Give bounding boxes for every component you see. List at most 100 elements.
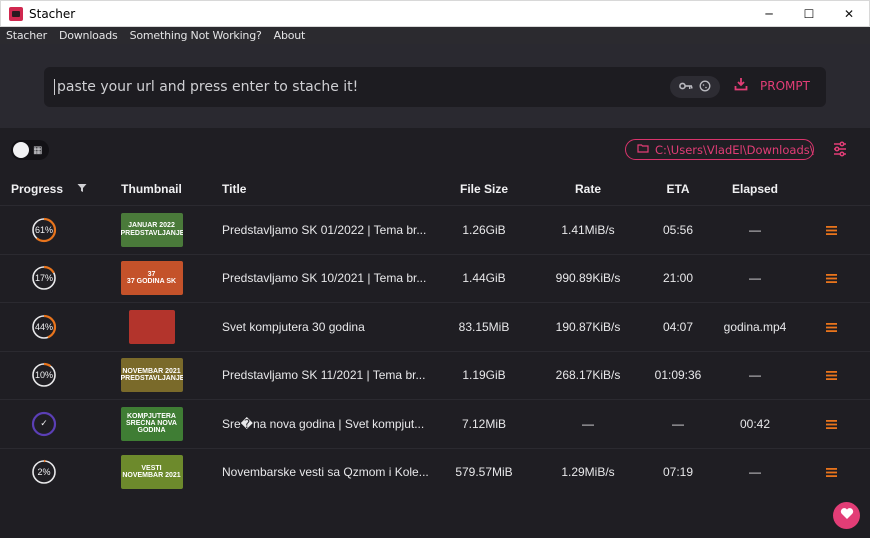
header-elapsed: Elapsed <box>731 181 779 196</box>
title-cell: Predstavljamo SK 11/2021 | Tema br... <box>222 368 426 383</box>
menu-downloads[interactable]: Downloads <box>59 29 118 42</box>
header-eta: ETA <box>666 181 690 196</box>
eta-cell: — <box>672 416 684 431</box>
header-rate: Rate <box>574 181 601 196</box>
heart-icon <box>840 507 854 525</box>
filter-icon[interactable] <box>77 182 87 196</box>
size-cell: 7.12MiB <box>461 416 507 431</box>
row-menu-cell <box>805 319 857 335</box>
progress-label: 61% <box>34 224 53 235</box>
hamburger-icon[interactable] <box>825 319 837 335</box>
sliders-icon[interactable] <box>832 141 848 162</box>
rate-cell: — <box>582 416 594 431</box>
eta-cell: 07:19 <box>662 465 694 480</box>
support-button[interactable] <box>833 502 860 529</box>
table-row[interactable]: 2% VESTI NOVEMBAR 2021 Novembarske vesti… <box>0 447 870 497</box>
progress-ring: 44% <box>31 314 57 340</box>
hamburger-icon[interactable] <box>825 416 837 432</box>
size-cell: 1.26GiB <box>462 222 506 237</box>
downloads-table: Progress Thumbnail Title File Size Rate … <box>0 172 870 496</box>
thumbnail-cell <box>88 309 215 344</box>
progress-ring: 17% <box>31 265 57 291</box>
hamburger-icon[interactable] <box>825 464 837 480</box>
progress-cell: 44% <box>0 314 88 340</box>
size-cell: 1.19GiB <box>462 368 506 383</box>
thumbnail-text-top: VESTI <box>141 464 162 472</box>
window-controls: ─ ☐ ✕ <box>749 1 869 28</box>
eta-cell: 01:09:36 <box>654 368 702 383</box>
progress-label: 44% <box>34 321 53 332</box>
header-progress-label: Progress <box>11 181 64 196</box>
url-box: PROMPT <box>44 67 826 107</box>
thumbnail-text-top: 37 <box>147 270 156 278</box>
download-path-label: C:\Users\VladEl\Downloads\ <box>655 142 814 157</box>
size-cell: 83.15MiB <box>458 319 510 334</box>
rate-cell: 1.41MiB/s <box>561 222 615 237</box>
thumbnail-image[interactable]: VESTI NOVEMBAR 2021 <box>120 455 183 490</box>
thumbnail-image[interactable]: KOMPJUTERA SREĆNA NOVA GODINA <box>120 406 183 441</box>
table-row[interactable]: ✓ KOMPJUTERA SREĆNA NOVA GODINA Sre�na n… <box>0 399 870 448</box>
title-cell: Predstavljamo SK 10/2021 | Tema br... <box>222 271 427 286</box>
header-progress[interactable]: Progress <box>0 182 88 196</box>
size-cell: 1.44GiB <box>462 271 506 286</box>
table-header: Progress Thumbnail Title File Size Rate … <box>0 172 870 205</box>
thumbnail-cell: NOVEMBAR 2021 PREDSTAVLJANJE <box>88 358 215 393</box>
grid-icon: ▦ <box>33 145 43 156</box>
thumbnail-image[interactable]: NOVEMBAR 2021 PREDSTAVLJANJE <box>120 358 183 393</box>
row-menu-cell <box>805 416 857 432</box>
app-logo <box>9 6 23 21</box>
hamburger-icon[interactable] <box>825 270 837 286</box>
menu-stacher[interactable]: Stacher <box>6 29 47 42</box>
cookie-icon[interactable] <box>699 80 711 95</box>
thumbnail-cell: KOMPJUTERA SREĆNA NOVA GODINA <box>88 406 215 441</box>
elapsed-cell: — <box>749 368 761 383</box>
toggle-knob <box>13 142 29 158</box>
thumbnail-image[interactable] <box>128 309 175 344</box>
table-row[interactable]: 44% Svet kompjutera 30 godina 83.15MiB 1… <box>0 302 870 351</box>
thumbnail-cell: JANUAR 2022 PREDSTAVLJANJE <box>88 212 215 247</box>
progress-label: ✓ <box>40 418 48 429</box>
thumbnail-image[interactable]: JANUAR 2022 PREDSTAVLJANJE <box>120 212 183 247</box>
hamburger-icon[interactable] <box>825 367 837 383</box>
key-icon[interactable] <box>679 80 693 94</box>
title-cell: Novembarske vesti sa Qzmom i Kole... <box>222 465 429 480</box>
thumbnail-text-bottom: PREDSTAVLJANJE <box>120 229 183 237</box>
folder-icon <box>637 143 649 156</box>
table-row[interactable]: 10% NOVEMBAR 2021 PREDSTAVLJANJE Predsta… <box>0 350 870 400</box>
table-row[interactable]: 61% JANUAR 2022 PREDSTAVLJANJE Predstavl… <box>0 205 870 254</box>
auth-options[interactable] <box>670 76 720 98</box>
progress-ring: ✓ <box>31 411 57 437</box>
elapsed-cell: godina.mp4 <box>723 319 787 334</box>
rate-cell: 268.17KiB/s <box>555 368 621 383</box>
progress-cell: 2% <box>0 459 88 485</box>
thumbnail-text-top: JANUAR 2022 <box>128 222 175 230</box>
menu-about[interactable]: About <box>274 29 306 42</box>
table-body: 61% JANUAR 2022 PREDSTAVLJANJE Predstavl… <box>0 205 870 496</box>
menu-something-not-working[interactable]: Something Not Working? <box>130 29 262 42</box>
elapsed-cell: 00:42 <box>739 416 771 431</box>
thumbnail-cell: 37 37 GODINA SK <box>88 261 215 296</box>
toolbar: ▦ C:\Users\VladEl\Downloads\ <box>0 128 870 172</box>
hamburger-icon[interactable] <box>825 222 837 238</box>
header-thumbnail: Thumbnail <box>121 181 182 196</box>
view-toggle[interactable]: ▦ <box>11 140 49 160</box>
url-input[interactable] <box>54 79 614 95</box>
rate-cell: 990.89KiB/s <box>555 271 621 286</box>
progress-ring: 2% <box>31 459 57 485</box>
window-titlebar: Stacher ─ ☐ ✕ <box>0 0 870 27</box>
table-row[interactable]: 17% 37 37 GODINA SK Predstavljamo SK 10/… <box>0 253 870 303</box>
title-cell: Sre�na nova godina | Svet kompjut... <box>222 416 425 431</box>
elapsed-cell: — <box>749 271 761 286</box>
prompt-button[interactable]: PROMPT <box>734 77 810 94</box>
progress-label: 2% <box>37 467 51 478</box>
minimize-button[interactable]: ─ <box>749 1 789 27</box>
elapsed-cell: — <box>749 222 761 237</box>
download-path-button[interactable]: C:\Users\VladEl\Downloads\ <box>625 139 814 160</box>
close-button[interactable]: ✕ <box>829 1 869 27</box>
rate-cell: 1.29MiB/s <box>561 465 615 480</box>
eta-cell: 05:56 <box>662 222 694 237</box>
eta-cell: 04:07 <box>662 319 694 334</box>
thumbnail-image[interactable]: 37 37 GODINA SK <box>120 261 183 296</box>
maximize-button[interactable]: ☐ <box>789 1 829 27</box>
progress-ring: 10% <box>31 362 57 388</box>
